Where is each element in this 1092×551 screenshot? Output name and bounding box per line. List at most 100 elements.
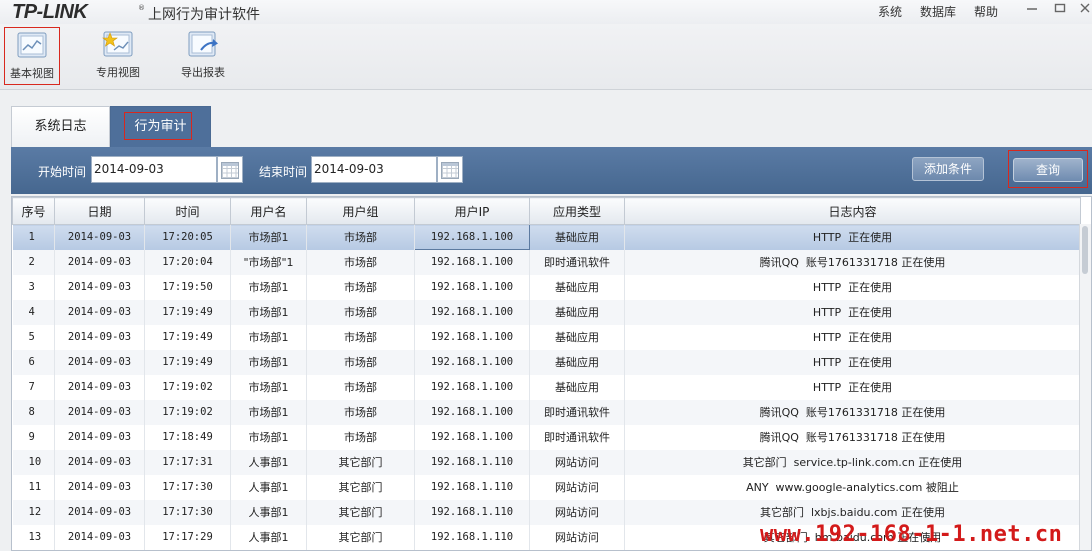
cell-content: HTTP 正在使用: [624, 274, 1081, 300]
cell-group: 市场部: [306, 424, 415, 450]
start-time-label: 开始时间: [38, 165, 87, 179]
cell-time: 17:18:49: [144, 424, 231, 450]
tab-system-log[interactable]: 系统日志: [11, 106, 110, 148]
cell-group: 其它部门: [306, 499, 415, 525]
column-header-ip[interactable]: 用户IP: [414, 197, 530, 225]
table-row[interactable]: 7 2014-09-03 17:19:02 市场部1 市场部 192.168.1.100 基…: [12, 374, 1081, 400]
cell-date: 2014-09-03: [54, 249, 145, 275]
custom-view-button[interactable]: 专用视图: [90, 27, 146, 85]
basic-view-button[interactable]: 基本视图: [4, 27, 60, 85]
maximize-button[interactable]: [1051, 2, 1069, 18]
end-time-label: 结束时间: [259, 165, 308, 179]
close-button[interactable]: [1076, 2, 1092, 18]
cell-app-type: 即时通讯软件: [529, 249, 625, 275]
cell-app-type: 基础应用: [529, 224, 625, 250]
table-row[interactable]: 4 2014-09-03 17:19:49 市场部1 市场部 192.168.1.100 基…: [12, 299, 1081, 325]
cell-seq: 12: [12, 499, 55, 525]
table-row[interactable]: 11 2014-09-03 17:17:30 人事部1 其它部门 192.168.1.11…: [12, 474, 1081, 500]
audit-log-table: 序号 日期 时间 用户名 用户组 用户IP 应用类型 日志内容 1 2014-09-03 17:2…: [11, 196, 1092, 551]
column-header-time[interactable]: 时间: [144, 197, 231, 225]
cell-app-type: 网站访问: [529, 474, 625, 500]
filter-bar: 开始时间 2014-09-03 结束时间 2014-09-03 添加条件 查询: [11, 147, 1092, 194]
cell-group: 其它部门: [306, 474, 415, 500]
minimize-icon: [1027, 8, 1037, 10]
cell-date: 2014-09-03: [54, 449, 145, 475]
cell-content: HTTP 正在使用: [624, 324, 1081, 350]
cell-seq: 1: [12, 224, 55, 250]
add-condition-button[interactable]: 添加条件: [912, 157, 984, 181]
cell-username: 人事部1: [230, 449, 307, 475]
cell-app-type: 基础应用: [529, 299, 625, 325]
start-time-input[interactable]: 2014-09-03: [91, 156, 217, 183]
cell-username: 市场部1: [230, 324, 307, 350]
cell-app-type: 基础应用: [529, 274, 625, 300]
cell-content: 其它部门 lxbjs.baidu.com 正在使用: [624, 499, 1081, 525]
cell-ip: 192.168.1.110: [414, 499, 530, 525]
export-report-button[interactable]: 导出报表: [175, 27, 231, 85]
app-title: 上网行为审计软件: [148, 7, 260, 23]
table-row[interactable]: 5 2014-09-03 17:19:49 市场部1 市场部 192.168.1.100 基…: [12, 324, 1081, 350]
cell-content: 其它部门 service.tp-link.com.cn 正在使用: [624, 449, 1081, 475]
cell-app-type: 网站访问: [529, 449, 625, 475]
cell-content: 腾讯QQ 账号1761331718 正在使用: [624, 249, 1081, 275]
cell-group: 其它部门: [306, 449, 415, 475]
menu-help[interactable]: 帮助: [974, 3, 998, 20]
column-header-app-type[interactable]: 应用类型: [529, 197, 625, 225]
cell-username: 市场部1: [230, 224, 307, 250]
column-header-date[interactable]: 日期: [54, 197, 145, 225]
table-row[interactable]: 3 2014-09-03 17:19:50 市场部1 市场部 192.168.1.100 基…: [12, 274, 1081, 300]
basic-view-label: 基本视图: [10, 67, 54, 80]
cell-date: 2014-09-03: [54, 299, 145, 325]
cell-username: 人事部1: [230, 499, 307, 525]
cell-time: 17:19:02: [144, 399, 231, 425]
table-row[interactable]: 6 2014-09-03 17:19:49 市场部1 市场部 192.168.1.100 基…: [12, 349, 1081, 375]
cell-content: HTTP 正在使用: [624, 299, 1081, 325]
scrollbar-thumb[interactable]: [1082, 226, 1088, 274]
cell-group: 市场部: [306, 299, 415, 325]
table-row[interactable]: 8 2014-09-03 17:19:02 市场部1 市场部 192.168.1.100 即…: [12, 399, 1081, 425]
cell-group: 市场部: [306, 274, 415, 300]
column-header-content[interactable]: 日志内容: [624, 197, 1081, 225]
cell-ip: 192.168.1.110: [414, 474, 530, 500]
end-calendar-button[interactable]: [437, 156, 463, 183]
vertical-scrollbar[interactable]: [1079, 224, 1091, 550]
cell-date: 2014-09-03: [54, 499, 145, 525]
cell-ip: 192.168.1.100: [414, 299, 530, 325]
table-row[interactable]: 9 2014-09-03 17:18:49 市场部1 市场部 192.168.1.100 即…: [12, 424, 1081, 450]
cell-ip: 192.168.1.100: [414, 224, 530, 250]
export-report-icon: [187, 30, 219, 60]
cell-date: 2014-09-03: [54, 424, 145, 450]
cell-time: 17:17:30: [144, 499, 231, 525]
cell-seq: 5: [12, 324, 55, 350]
table-row[interactable]: 10 2014-09-03 17:17:31 人事部1 其它部门 192.168.1.11…: [12, 449, 1081, 475]
cell-group: 市场部: [306, 399, 415, 425]
cell-group: 市场部: [306, 224, 415, 250]
query-button[interactable]: 查询: [1013, 158, 1083, 182]
cell-ip: 192.168.1.100: [414, 249, 530, 275]
cell-date: 2014-09-03: [54, 224, 145, 250]
close-icon: [1080, 3, 1090, 13]
cell-date: 2014-09-03: [54, 524, 145, 550]
column-header-group[interactable]: 用户组: [306, 197, 415, 225]
cell-ip: 192.168.1.100: [414, 374, 530, 400]
table-row[interactable]: 1 2014-09-03 17:20:05 市场部1 市场部 192.168.1.100 基…: [12, 224, 1081, 250]
end-time-input[interactable]: 2014-09-03: [311, 156, 437, 183]
tab-behavior-audit[interactable]: 行为审计: [110, 106, 211, 148]
cell-date: 2014-09-03: [54, 324, 145, 350]
column-header-seq[interactable]: 序号: [12, 197, 55, 225]
table-row[interactable]: 2 2014-09-03 17:20:04 "市场部"1 市场部 192.168.1.10…: [12, 249, 1081, 275]
column-header-username[interactable]: 用户名: [230, 197, 307, 225]
cell-app-type: 即时通讯软件: [529, 424, 625, 450]
cell-ip: 192.168.1.110: [414, 524, 530, 550]
cell-group: 其它部门: [306, 524, 415, 550]
start-calendar-button[interactable]: [217, 156, 243, 183]
cell-username: 市场部1: [230, 349, 307, 375]
cell-app-type: 基础应用: [529, 324, 625, 350]
menu-database[interactable]: 数据库: [920, 3, 956, 20]
cell-seq: 4: [12, 299, 55, 325]
cell-ip: 192.168.1.100: [414, 399, 530, 425]
minimize-button[interactable]: [1023, 2, 1041, 18]
menu-system[interactable]: 系统: [878, 3, 902, 20]
cell-seq: 3: [12, 274, 55, 300]
table-row[interactable]: 12 2014-09-03 17:17:30 人事部1 其它部门 192.168.1.11…: [12, 499, 1081, 525]
